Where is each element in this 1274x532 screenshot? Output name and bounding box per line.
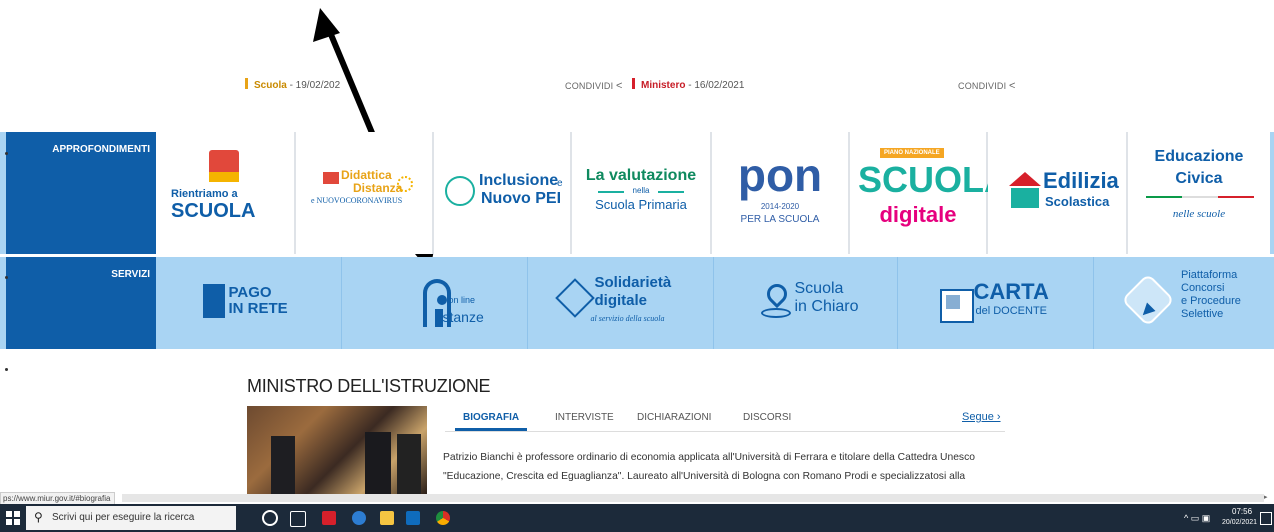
section-title-ministro: MINISTRO DELL'ISTRUZIONE — [247, 376, 491, 396]
category-marker — [245, 78, 248, 89]
tab-biografia[interactable]: BIOGRAFIA — [463, 412, 519, 423]
card-scuola-digitale[interactable]: PIANO NAZIONALE SCUOLA digitale — [850, 132, 1010, 254]
file-explorer-icon[interactable] — [380, 511, 394, 525]
tab-dichiarazioni[interactable]: DICHIARAZIONI — [637, 412, 711, 423]
location-pin-icon — [762, 279, 791, 309]
card-educazione-civica[interactable]: Educazione Civica nelle scuole — [1128, 132, 1270, 254]
share-button[interactable]: CONDIVIDI < — [958, 80, 1016, 92]
side-marker — [5, 276, 8, 279]
school-icon — [209, 150, 239, 172]
service-piattaforma-concorsi[interactable]: Piattaforma Concorsi e Procedure Seletti… — [1094, 257, 1274, 349]
side-marker — [5, 152, 8, 155]
ministro-tabs: BIOGRAFIA INTERVISTE DICHIARAZIONI DISCO… — [445, 405, 1005, 432]
taskbar-search-box[interactable]: ⚲ Scrivi qui per eseguire la ricerca — [26, 506, 236, 530]
section-label-approfondimenti: APPROFONDIMENTI — [52, 144, 150, 155]
tab-interviste[interactable]: INTERVISTE — [555, 412, 614, 423]
servizi-row: SERVIZI PAGO IN RETE on line stanze Soli… — [0, 257, 1274, 349]
scroll-right-arrow[interactable]: ▸ — [1264, 494, 1274, 502]
segue-link[interactable]: Segue › — [962, 411, 1001, 423]
clock-time[interactable]: 07:56 — [1232, 507, 1252, 516]
service-scuola-in-chiaro[interactable]: Scuola in Chiaro — [714, 257, 898, 349]
piattaforma-icon — [1121, 273, 1175, 327]
search-icon: ⚲ — [34, 510, 43, 524]
news-item-ministero[interactable]: Ministero - 16/02/2021 — [632, 78, 744, 91]
service-solidarieta-digitale[interactable]: Solidarietà digitale al servizio della s… — [528, 257, 714, 349]
horizontal-scrollbar[interactable] — [122, 494, 1264, 502]
news-item-scuola[interactable]: Scuola - 19/02/202 — [245, 78, 340, 91]
card-edilizia-scolastica[interactable]: Edilizia Scolastica — [988, 132, 1128, 254]
acrobat-icon[interactable] — [322, 511, 336, 525]
service-istanze-online[interactable]: on line stanze — [342, 257, 528, 349]
sun-icon — [397, 176, 413, 192]
card-la-valutazione[interactable]: La valutazione nella Scuola Primaria — [572, 132, 712, 254]
card-inclusione-nuovo-pei[interactable]: Inclusione e Nuovo PEI — [434, 132, 572, 254]
approfondimenti-row: APPROFONDIMENTI Rientriamo a SCUOLA Dida… — [0, 132, 1274, 254]
house-icon — [1009, 172, 1041, 186]
card-didattica-distanza[interactable]: Didattica Distanza e NUOVOCORONAVIRUS — [296, 132, 434, 254]
windows-logo-icon — [6, 511, 20, 525]
monitor-icon — [323, 172, 339, 184]
outlook-icon[interactable] — [406, 511, 420, 525]
chrome-icon[interactable] — [436, 511, 450, 525]
cortana-icon[interactable] — [262, 510, 278, 526]
bio-text-line-1: Patrizio Bianchi è professore ordinario … — [443, 452, 975, 463]
task-view-icon[interactable] — [290, 511, 306, 527]
share-button[interactable]: CONDIVIDI < — [565, 80, 623, 92]
system-tray-icons[interactable]: ^ ▭ ▣ — [1184, 513, 1210, 524]
diamond-icon — [554, 278, 595, 318]
start-button[interactable] — [6, 511, 20, 525]
service-carta-del-docente[interactable]: CARTA del DOCENTE — [898, 257, 1094, 349]
notifications-icon[interactable] — [1260, 512, 1272, 525]
share-icon: < — [616, 80, 623, 92]
clock-date[interactable]: 20/02/2021 — [1222, 519, 1257, 526]
share-icon: < — [1009, 80, 1016, 92]
hands-icon — [445, 176, 475, 206]
card-rientriamo-a-scuola[interactable]: Rientriamo a SCUOLA — [156, 132, 296, 254]
edge-icon[interactable] — [352, 511, 366, 525]
tab-active-underline — [455, 428, 527, 431]
tab-discorsi[interactable]: DISCORSI — [743, 412, 791, 423]
windows-taskbar: ⚲ Scrivi qui per eseguire la ricerca ^ ▭… — [0, 504, 1274, 532]
category-marker — [632, 78, 635, 89]
minister-photo — [247, 406, 427, 494]
section-label-servizi: SERVIZI — [111, 269, 150, 280]
side-marker — [5, 368, 8, 371]
bio-text-line-2: "Educazione, Crescita ed Eguaglianza". L… — [443, 471, 966, 482]
service-pago-in-rete[interactable]: PAGO IN RETE — [156, 257, 342, 349]
pago-in-rete-icon — [202, 284, 225, 318]
card-pon[interactable]: pon 2014-2020 PER LA SCUOLA — [712, 132, 850, 254]
